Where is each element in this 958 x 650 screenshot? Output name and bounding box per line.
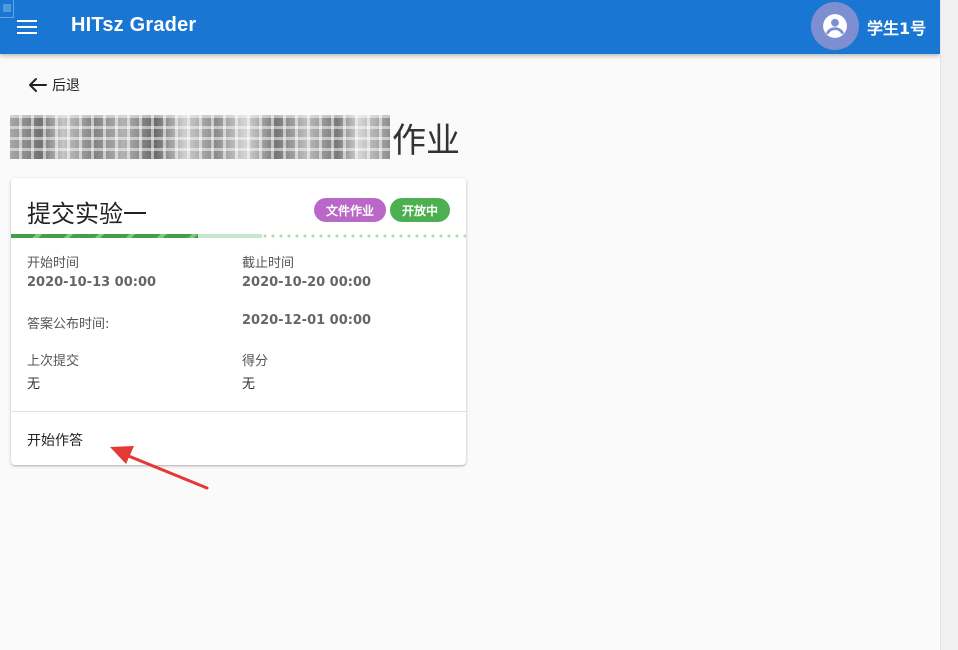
app-title[interactable]: HITsz Grader — [71, 14, 196, 37]
arrow-left-icon — [29, 78, 47, 92]
start-time-label: 开始时间 — [27, 256, 80, 271]
answer-time-label: 答案公布时间: — [27, 317, 110, 332]
page-title-suffix: 作业 — [392, 120, 460, 161]
account-circle-icon — [823, 14, 847, 38]
redacted-course-name — [10, 115, 390, 159]
end-time-value: 2020-10-20 00:00 — [242, 275, 372, 290]
score-label: 得分 — [242, 354, 269, 369]
scrollbar[interactable] — [940, 0, 958, 650]
progress-bar — [11, 234, 466, 238]
last-submit-label: 上次提交 — [27, 354, 80, 369]
back-button[interactable]: 后退 — [28, 74, 80, 96]
answer-time-value: 2020-12-01 00:00 — [242, 313, 372, 328]
last-submit-value: 无 — [27, 377, 41, 392]
app-bar: HITsz Grader 学生1号 — [0, 0, 940, 54]
progress-fill — [11, 234, 198, 238]
back-label: 后退 — [52, 78, 80, 94]
card-divider — [11, 411, 466, 412]
assignment-card: 提交实验一 文件作业 开放中 开始时间 2020-10-13 00:00 截止时… — [11, 178, 466, 465]
corner-mark — [0, 0, 14, 18]
end-time-label: 截止时间 — [242, 256, 295, 271]
start-answer-button[interactable]: 开始作答 — [27, 430, 83, 450]
progress-buffer — [198, 234, 262, 238]
page-title: 作业 — [10, 112, 460, 162]
score-value: 无 — [242, 377, 256, 392]
username[interactable]: 学生1号 — [867, 15, 926, 39]
avatar[interactable] — [811, 2, 859, 50]
start-time-value: 2020-10-13 00:00 — [27, 275, 157, 290]
assignment-title: 提交实验一 — [27, 200, 147, 228]
status-badge: 开放中 — [390, 198, 450, 222]
progress-dots — [261, 234, 466, 238]
menu-icon[interactable] — [14, 14, 40, 40]
type-badge: 文件作业 — [314, 198, 386, 222]
